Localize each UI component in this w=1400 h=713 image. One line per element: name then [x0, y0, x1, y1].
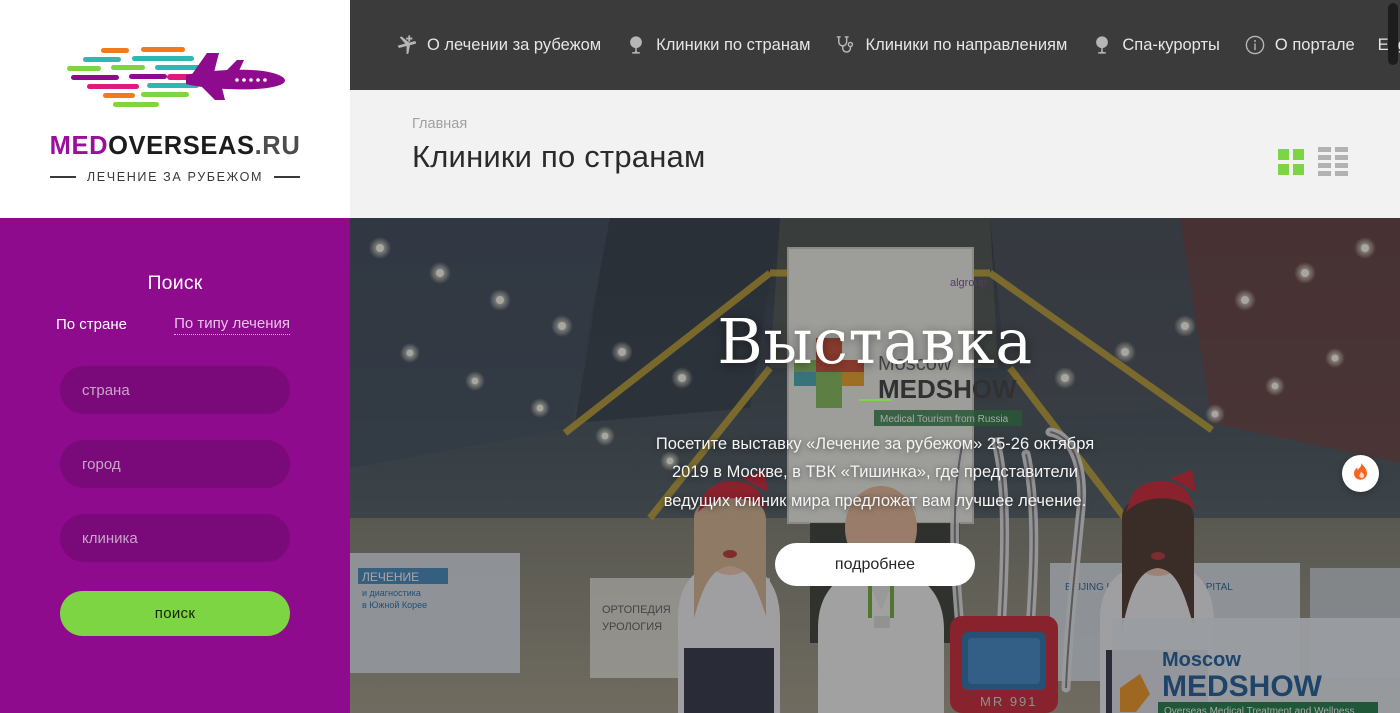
- logo-word-ru: .RU: [254, 132, 301, 160]
- page-root: MEDOVERSEAS.RU ЛЕЧЕНИЕ ЗА РУБЕЖОМ Поиск …: [0, 0, 1400, 713]
- nav-label-clinics-by-country: Клиники по странам: [656, 35, 811, 54]
- page-title: Клиники по странам: [412, 139, 706, 174]
- list-view-button[interactable]: [1318, 147, 1348, 176]
- info-circle-icon: [1243, 33, 1267, 57]
- airplane-with-color-streaks-logo: [49, 40, 301, 126]
- hero-title: Выставка: [717, 305, 1033, 378]
- grid-view-button[interactable]: [1278, 148, 1304, 175]
- nav-item-clinics-by-specialty[interactable]: Клиники по направлениям: [833, 33, 1067, 57]
- nav-label-clinics-by-specialty: Клиники по направлениям: [865, 35, 1068, 54]
- flame-icon: [1351, 462, 1370, 486]
- tagline-text: ЛЕЧЕНИЕ ЗА РУБЕЖОМ: [86, 170, 264, 184]
- scrollbar-thumb[interactable]: [1388, 3, 1398, 65]
- logo-word-med: MED: [49, 132, 109, 160]
- globe-icon: [624, 33, 648, 57]
- page-header: Главная Клиники по странам: [350, 90, 1400, 218]
- page-scrollbar[interactable]: [1386, 0, 1400, 713]
- nav-item-clinics-by-country[interactable]: Клиники по странам: [624, 33, 810, 57]
- main-navigation: О лечении за рубежом Клиники по странам: [350, 0, 1400, 90]
- hero-banner: Moscow MEDSHOW Medical Tourism from Russ…: [350, 218, 1400, 713]
- search-input-country[interactable]: [60, 366, 290, 414]
- nav-item-about-portal[interactable]: О портале: [1243, 33, 1355, 57]
- search-sidebar: Поиск По стране По типу лечения поиск: [0, 218, 350, 713]
- search-input-clinic[interactable]: [60, 514, 290, 562]
- nav-label-spa-resorts: Спа-курорты: [1122, 35, 1220, 54]
- plane-plus-icon: [395, 33, 419, 57]
- globe-icon: [1090, 33, 1114, 57]
- tab-by-country[interactable]: По стране: [56, 314, 127, 335]
- hero-accent-rule: [858, 399, 892, 401]
- nav-label-about-treatment-abroad: О лечении за рубежом: [427, 35, 602, 54]
- grid-icon: [1278, 148, 1304, 175]
- site-logo[interactable]: MEDOVERSEAS.RU ЛЕЧЕНИЕ ЗА РУБЕЖОМ: [0, 0, 350, 218]
- search-tabs: По стране По типу лечения: [56, 313, 290, 335]
- stethoscope-icon: [833, 33, 857, 57]
- left-column: MEDOVERSEAS.RU ЛЕЧЕНИЕ ЗА РУБЕЖОМ Поиск …: [0, 0, 350, 713]
- tagline-rule-left: [49, 176, 76, 178]
- search-panel-title: Поиск: [147, 272, 203, 294]
- hot-offers-floating-button[interactable]: [1342, 455, 1379, 492]
- list-icon: [1318, 147, 1348, 176]
- tab-by-treatment-type[interactable]: По типу лечения: [174, 313, 290, 335]
- logo-wordmark: MEDOVERSEAS.RU: [50, 132, 301, 161]
- nav-item-spa-resorts[interactable]: Спа-курорты: [1090, 33, 1220, 57]
- nav-item-about-treatment-abroad[interactable]: О лечении за рубежом: [395, 33, 601, 57]
- hero-description: Посетите выставку «Лечение за рубежом» 2…: [655, 435, 1095, 510]
- nav-label-about-portal: О портале: [1274, 35, 1355, 54]
- breadcrumb[interactable]: Главная: [412, 116, 705, 132]
- hero-more-details-button[interactable]: подробнее: [775, 543, 975, 587]
- search-submit-button[interactable]: поиск: [60, 591, 290, 636]
- page-header-text: Главная Клиники по странам: [412, 116, 705, 175]
- search-input-city[interactable]: [60, 440, 290, 488]
- logo-word-overseas: OVERSEAS: [108, 132, 255, 160]
- view-mode-toggles: [1278, 147, 1348, 176]
- logo-tagline: ЛЕЧЕНИЕ ЗА РУБЕЖОМ: [49, 170, 301, 184]
- tagline-rule-right: [274, 176, 301, 178]
- hero-content: Выставка Посетите выставку «Лечение за р…: [350, 218, 1400, 713]
